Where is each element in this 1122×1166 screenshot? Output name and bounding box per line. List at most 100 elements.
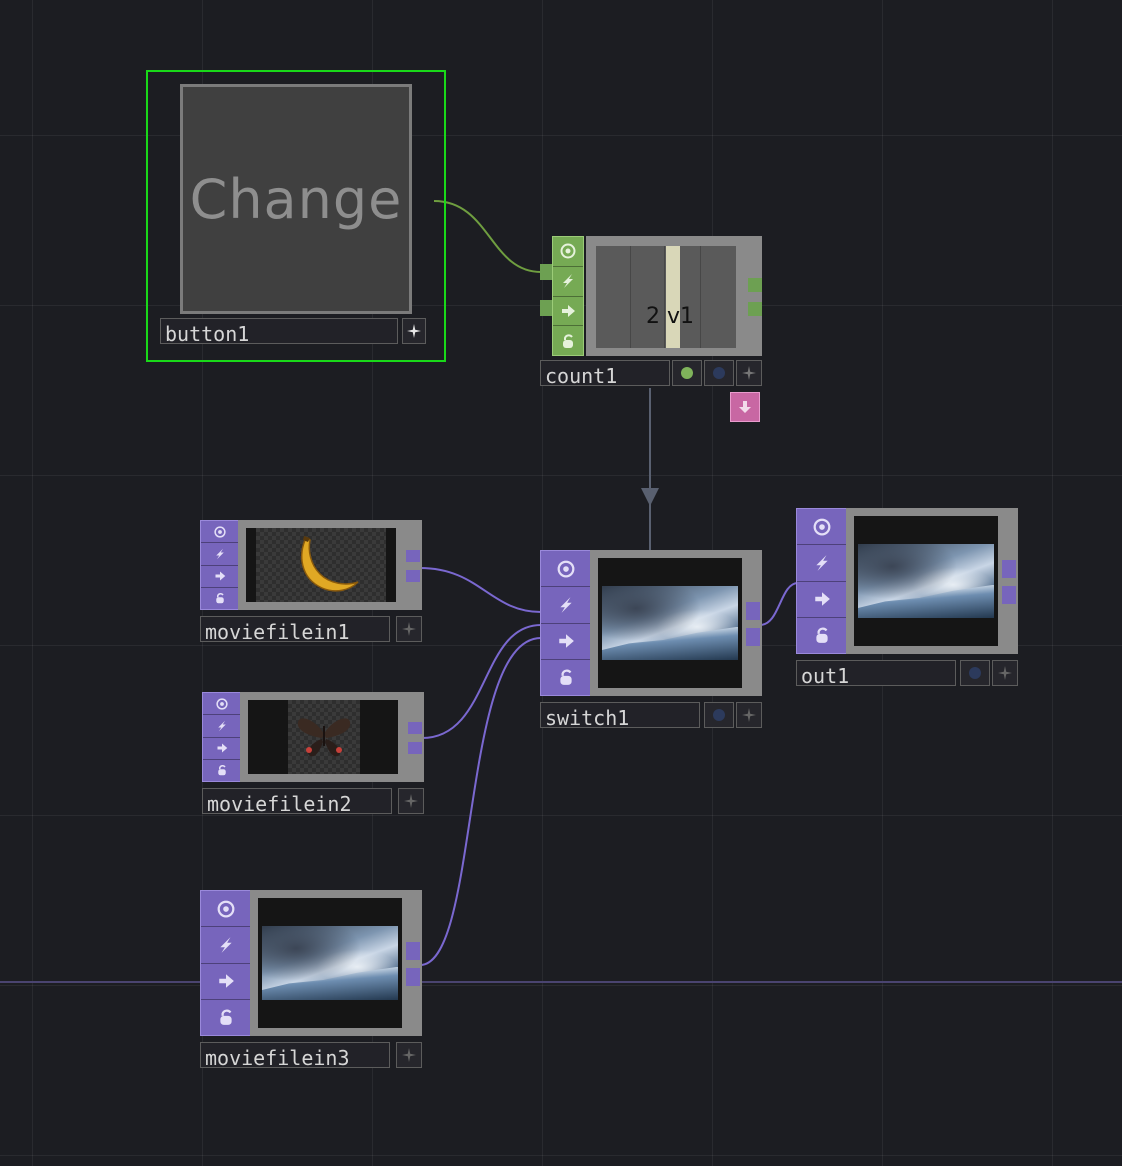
display-flag[interactable] [201,565,239,588]
button1-name[interactable]: button1 [160,318,398,346]
switch1-flags [540,550,592,696]
viewer-flag[interactable] [541,551,591,588]
moviefilein3-output-port[interactable] [406,942,420,960]
out1-output-port[interactable] [1002,560,1016,578]
switch1-output-port[interactable] [746,602,760,620]
count1-input-port[interactable] [540,300,552,316]
moviefilein2-output-port[interactable] [408,742,422,754]
viewer-flag[interactable] [203,693,241,716]
count1-name[interactable]: count1 [540,360,670,388]
arrow-right-icon [562,304,575,317]
moviefilein2-viewer-toggle[interactable] [398,788,424,814]
out1-name[interactable]: out1 [796,660,956,688]
lock-flag[interactable] [541,659,591,695]
moviefilein1-viewer-toggle[interactable] [396,616,422,642]
viewer-flag[interactable] [201,891,251,928]
viewer-flag[interactable] [201,521,239,544]
button1-viewer-toggle[interactable] [402,318,426,344]
count1-output-port[interactable] [748,278,762,292]
moviefilein3-node[interactable]: moviefilein3 [200,890,422,1070]
moviefilein3-name[interactable]: moviefilein3 [200,1042,390,1070]
display-flag[interactable] [203,737,241,760]
switch1-node[interactable]: switch1 [540,550,762,730]
target-icon [560,243,576,259]
count1-output-port[interactable] [748,302,762,316]
moviefilein1-output-port[interactable] [406,550,420,562]
switch1-state-toggle[interactable] [704,702,734,728]
switch1-output-port[interactable] [746,628,760,646]
lock-icon [216,593,224,604]
bypass-flag[interactable] [201,543,239,566]
plus-star-icon [407,324,421,338]
arrow-right-icon [215,571,226,581]
state-dot-icon [713,709,725,721]
bypass-flag[interactable] [541,587,591,624]
count1-input-port[interactable] [540,264,552,280]
target-icon [216,698,228,710]
count1-viewer-toggle[interactable] [736,360,762,386]
target-icon [813,518,831,536]
count1-node[interactable]: 2 v1 count1 [540,236,762,424]
display-flag[interactable] [201,963,251,1000]
moviefilein1-viewer [246,528,396,602]
ocean-image [858,544,994,618]
switch1-viewer-toggle[interactable] [736,702,762,728]
display-flag[interactable] [541,623,591,660]
lock-flag[interactable] [797,617,847,653]
viewer-flag[interactable] [553,237,583,267]
button1-panel[interactable]: Change [180,84,412,314]
arrow-right-icon [559,634,574,648]
target-icon [557,560,575,578]
lock-flag[interactable] [201,999,251,1035]
moviefilein3-output-port[interactable] [406,968,420,986]
button1-label: Change [189,167,403,231]
wire-switch1-out1 [759,582,799,626]
arrow-down-icon [739,401,751,413]
lock-flag[interactable] [201,587,239,609]
lock-icon [563,334,573,348]
moviefilein1-output-port[interactable] [406,570,420,582]
count1-grid-line [664,246,665,348]
viewer-flag[interactable] [797,509,847,546]
bypass-flag[interactable] [553,266,583,297]
count1-export-flag[interactable] [730,392,760,422]
display-flag[interactable] [797,581,847,618]
moviefilein2-viewer [248,700,398,774]
moviefilein3-viewer-toggle[interactable] [396,1042,422,1068]
lightning-icon [563,274,573,289]
bypass-flag[interactable] [797,545,847,582]
button1-node[interactable]: Change button1 [146,70,446,362]
out1-node[interactable]: out1 [796,508,1018,688]
count1-active-toggle[interactable] [672,360,702,386]
out1-flags [796,508,848,654]
lock-flag[interactable] [203,759,241,781]
active-dot-icon [681,367,693,379]
count1-state-toggle[interactable] [704,360,734,386]
lock-flag[interactable] [553,326,583,355]
count1-value-text: 2 v1 [646,304,695,329]
banana-icon [300,536,359,592]
target-icon [214,526,226,538]
lightning-icon [216,548,224,560]
lock-icon [816,627,828,644]
out1-state-toggle[interactable] [960,660,990,686]
moviefilein1-name[interactable]: moviefilein1 [200,616,390,644]
display-flag[interactable] [553,296,583,327]
moviefilein2-name[interactable]: moviefilein2 [202,788,392,816]
switch1-name[interactable]: switch1 [540,702,700,730]
ocean-image [602,586,738,660]
arrow-right-icon [815,592,830,606]
moviefilein3-flags [200,890,252,1036]
out1-viewer-toggle[interactable] [992,660,1018,686]
plus-star-icon [742,708,756,722]
bypass-flag[interactable] [201,927,251,964]
moviefilein1-node[interactable]: moviefilein1 [200,520,422,644]
moviefilein2-output-port[interactable] [408,722,422,734]
arrow-right-icon [217,743,228,753]
moviefilein2-node[interactable]: moviefilein2 [202,692,424,816]
lock-icon [218,765,226,776]
bypass-flag[interactable] [203,715,241,738]
butterfly-icon [297,718,351,757]
moviefilein3-viewer [258,898,402,1028]
out1-output-port[interactable] [1002,586,1016,604]
